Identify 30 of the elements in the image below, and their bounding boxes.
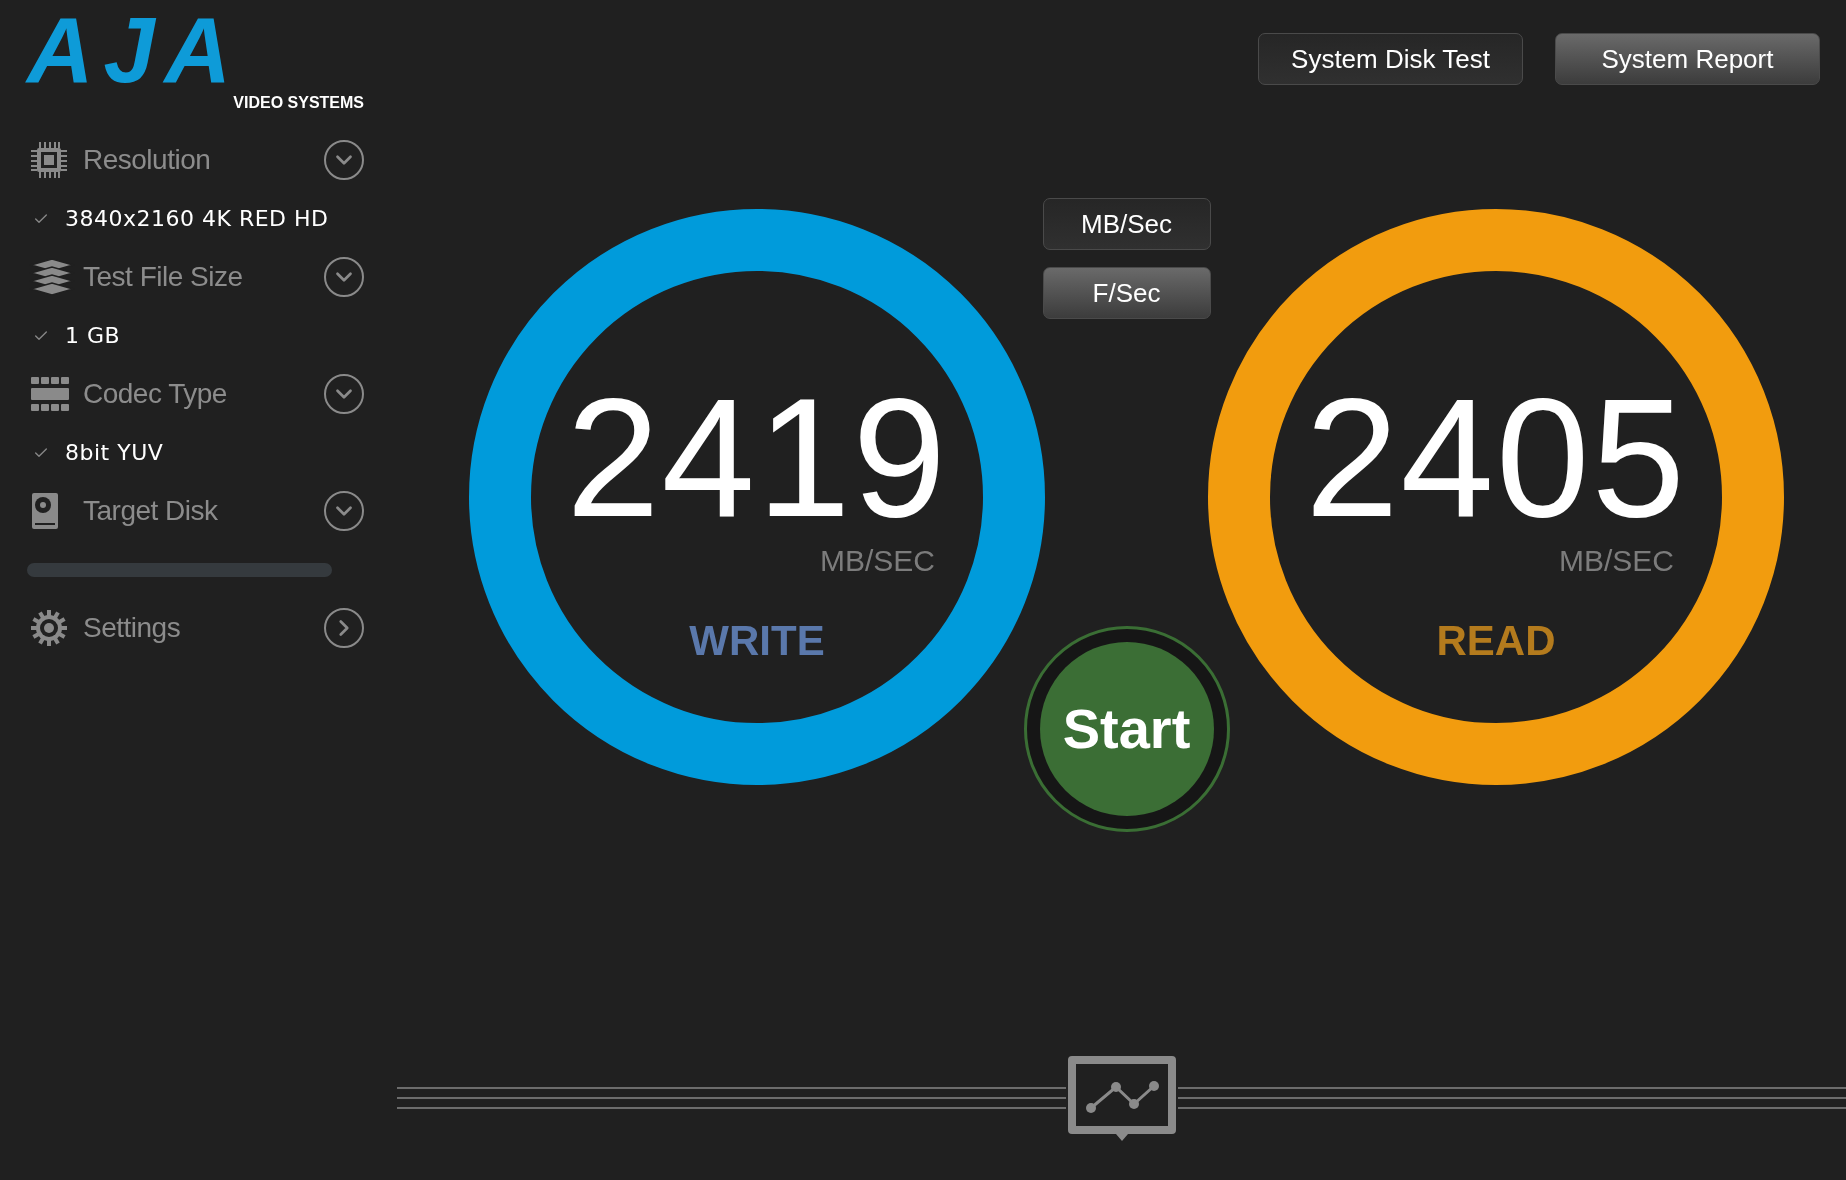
- chevron-down-button[interactable]: [324, 374, 364, 414]
- film-strip-icon: [29, 374, 71, 414]
- gauge-unit: MB/SEC: [819, 544, 935, 578]
- toolbar-button[interactable]: System Disk Test: [1258, 33, 1523, 85]
- gauge-value: 2419: [566, 374, 948, 542]
- selected-value: 1 GB: [65, 322, 121, 350]
- gauge-label: READ: [1436, 618, 1556, 664]
- chevron-down-button[interactable]: [324, 491, 364, 531]
- section-label: Target Disk: [83, 494, 218, 528]
- logo-tagline: VIDEO SYSTEMS: [233, 94, 364, 112]
- gauge-value: 2405: [1305, 374, 1687, 542]
- line-chart-icon[interactable]: [1065, 1054, 1178, 1142]
- section-label: Resolution: [83, 143, 211, 177]
- section-label: Codec Type: [83, 377, 227, 411]
- unit-toggle[interactable]: F/Sec: [1042, 267, 1211, 319]
- chevron-right-button[interactable]: [324, 608, 364, 648]
- selected-value: 8bit YUV: [65, 439, 164, 467]
- selected-value: 3840x2160 4K RED HD: [65, 205, 329, 233]
- start-button[interactable]: Start: [1039, 642, 1214, 816]
- chevron-down-button[interactable]: [324, 140, 364, 180]
- section-label: Test File Size: [83, 260, 243, 294]
- gear-icon: [29, 608, 69, 648]
- gauge-unit: MB/SEC: [1558, 544, 1674, 578]
- chip-icon: [29, 140, 69, 180]
- chevron-down-button[interactable]: [324, 257, 364, 297]
- logo-wordmark: AJA: [27, 6, 242, 94]
- unit-toggle[interactable]: MB/Sec: [1042, 198, 1211, 250]
- section-label: Settings: [83, 611, 181, 645]
- toolbar-button[interactable]: System Report: [1555, 33, 1820, 85]
- gauge-label: WRITE: [689, 618, 825, 664]
